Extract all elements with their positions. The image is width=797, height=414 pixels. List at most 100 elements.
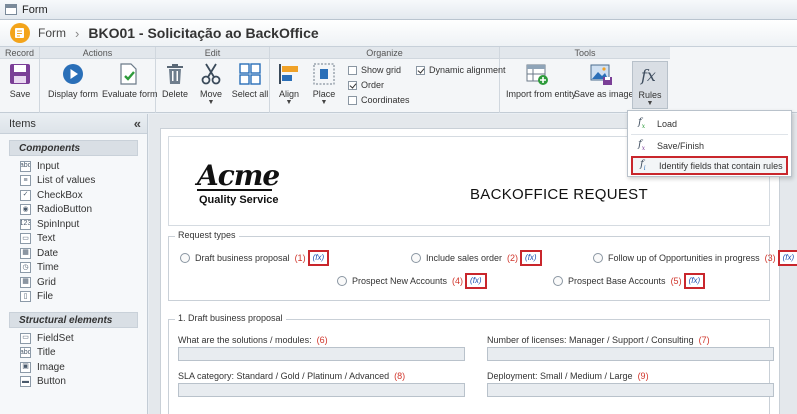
sidebar-item-grid[interactable]: ▦ Grid: [0, 275, 147, 290]
menu-item-save-finish[interactable]: fx Save/Finish: [631, 136, 788, 155]
display-form-button[interactable]: Display form: [48, 62, 98, 99]
scissors-icon: [201, 63, 221, 85]
import-from-entity-button[interactable]: Import from entity: [506, 62, 576, 99]
radio-circle[interactable]: [180, 253, 190, 263]
sla-category-label: SLA category: Standard / Gold / Platinum…: [178, 371, 406, 381]
sidebar-item-image[interactable]: ▣ Image: [0, 360, 147, 375]
coordinates-check[interactable]: [348, 95, 357, 105]
ribbon-group-title: Record: [0, 47, 39, 59]
text-icon: ▭: [20, 233, 31, 245]
form-title[interactable]: BACKOFFICE REQUEST: [470, 186, 648, 203]
chevron-right-icon: ›: [75, 25, 80, 41]
ribbon-group-title: Actions: [40, 47, 155, 59]
sidebar-item-title[interactable]: abc Title: [0, 346, 147, 361]
radio-circle[interactable]: [553, 276, 563, 286]
radio-circle[interactable]: [593, 253, 603, 263]
fx-load-icon: fx: [638, 117, 646, 130]
fx-rule-badge[interactable]: (fx): [307, 250, 330, 266]
evaluate-form-button[interactable]: Evaluate form: [102, 62, 158, 99]
radio-circle[interactable]: [337, 276, 347, 286]
fx-rule-badge[interactable]: (fx): [683, 273, 706, 289]
save-as-image-button[interactable]: Save as image: [574, 62, 634, 99]
sidebar-header: Items «: [0, 114, 147, 134]
rules-button[interactable]: fx Rules ▼: [632, 61, 668, 109]
sidebar-item-label: SpinInput: [37, 218, 80, 230]
sla-category-input[interactable]: [178, 383, 465, 397]
select-all-button[interactable]: Select all: [230, 62, 270, 99]
ribbon-group-record: Record Save: [0, 47, 40, 113]
solutions-input[interactable]: [178, 347, 465, 361]
menu-item-load[interactable]: fx Load: [631, 114, 788, 133]
sidebar-item-label: File: [37, 291, 54, 303]
window-titlebar: Form: [0, 0, 797, 20]
show-grid-check[interactable]: [348, 65, 357, 75]
logo-underline: [197, 189, 272, 191]
select-all-icon: [239, 63, 261, 85]
order-checkbox[interactable]: Order: [348, 80, 384, 90]
sidebar-item-spininput[interactable]: 123 SpinInput: [0, 217, 147, 232]
fx-rule-badge[interactable]: (fx): [520, 250, 542, 266]
show-grid-checkbox[interactable]: Show grid: [348, 65, 401, 75]
menu-item-identify-fields[interactable]: fi Identify fields that contain rules: [631, 156, 788, 175]
ribbon-group-organize: Organize Align ▼ Place ▼ Show grid Order…: [270, 47, 506, 113]
ribbon-group-edit: Edit Delete Move ▼ Select all: [156, 47, 270, 113]
sidebar-item-text[interactable]: ▭ Text: [0, 232, 147, 247]
request-types-fieldset[interactable]: Request types Draft business proposal (1…: [168, 230, 797, 301]
place-button[interactable]: Place ▼: [310, 62, 338, 106]
fieldset-icon: ▭: [20, 332, 31, 344]
sidebar-item-time[interactable]: ◷ Time: [0, 261, 147, 276]
order-check[interactable]: [348, 80, 357, 90]
sidebar-item-date[interactable]: ▦ Date: [0, 246, 147, 261]
date-icon: ▦: [20, 247, 31, 259]
delete-button[interactable]: Delete: [160, 62, 190, 99]
deployment-input[interactable]: [487, 383, 774, 397]
grid-icon: ▦: [20, 276, 31, 288]
radio-draft-business-proposal[interactable]: Draft business proposal (1) (fx): [180, 250, 330, 266]
collapse-icon[interactable]: «: [134, 116, 141, 131]
align-button[interactable]: Align ▼: [276, 62, 302, 106]
page-title: BKO01 - Solicitação ao BackOffice: [88, 25, 319, 41]
fx-rule-badge[interactable]: (fx): [777, 250, 797, 266]
ribbon-group-title: Organize: [270, 47, 499, 59]
components-list: abc Input ≡ List of values ✓ CheckBox ◉ RadioBu…: [0, 159, 147, 304]
input-icon: abc: [20, 160, 31, 172]
dynamic-alignment-check[interactable]: [416, 65, 425, 75]
ribbon-group-tools: Tools Import from entity Save as image f…: [500, 47, 670, 113]
radio-follow-up-opportunities[interactable]: Follow up of Opportunities in progress (…: [593, 250, 797, 266]
sidebar-item-file[interactable]: ▯ File: [0, 290, 147, 305]
request-types-legend: Request types: [175, 230, 239, 240]
breadcrumb-form[interactable]: Form: [38, 26, 66, 40]
fx-rule-badge[interactable]: (fx): [465, 273, 487, 289]
sidebar-item-input[interactable]: abc Input: [0, 159, 147, 174]
ribbon-toolbar: Record Save Actions Display form Evaluat…: [0, 47, 797, 113]
caret-down-icon: ▼: [320, 99, 328, 106]
image-icon: ▣: [20, 361, 31, 373]
save-button[interactable]: Save: [6, 62, 34, 99]
trash-icon: [167, 64, 183, 84]
time-icon: ◷: [20, 262, 31, 274]
radio-prospect-base-accounts[interactable]: Prospect Base Accounts (5) (fx): [553, 273, 706, 289]
dynamic-alignment-checkbox[interactable]: Dynamic alignment: [416, 65, 506, 75]
sidebar-item-fieldset[interactable]: ▭ FieldSet: [0, 331, 147, 346]
deployment-label: Deployment: Small / Medium / Large (9): [487, 371, 649, 381]
sidebar-item-label: FieldSet: [37, 332, 74, 344]
licenses-input[interactable]: [487, 347, 774, 361]
coordinates-checkbox[interactable]: Coordinates: [348, 95, 410, 105]
radio-prospect-new-accounts[interactable]: Prospect New Accounts (4) (fx): [337, 273, 487, 289]
draft-business-proposal-fieldset[interactable]: 1. Draft business proposal What are the …: [168, 313, 774, 414]
sidebar-item-radiobutton[interactable]: ◉ RadioButton: [0, 203, 147, 218]
sidebar-item-label: List of values: [37, 175, 96, 187]
licenses-label: Number of licenses: Manager / Support / …: [487, 335, 710, 345]
file-icon: ▯: [20, 291, 31, 303]
image-save-icon: [590, 64, 612, 85]
radio-circle[interactable]: [411, 253, 421, 263]
sidebar-item-button[interactable]: ▬ Button: [0, 375, 147, 390]
sidebar-item-list-of-values[interactable]: ≡ List of values: [0, 174, 147, 189]
sidebar-item-checkbox[interactable]: ✓ CheckBox: [0, 188, 147, 203]
sidebar-item-label: Time: [37, 262, 59, 274]
structural-section-title: Structural elements: [9, 312, 138, 328]
form-app-icon: [10, 23, 30, 43]
radio-include-sales-order[interactable]: Include sales order (2) (fx): [411, 250, 542, 266]
move-button[interactable]: Move ▼: [196, 62, 226, 106]
caret-down-icon: ▼: [646, 100, 654, 107]
